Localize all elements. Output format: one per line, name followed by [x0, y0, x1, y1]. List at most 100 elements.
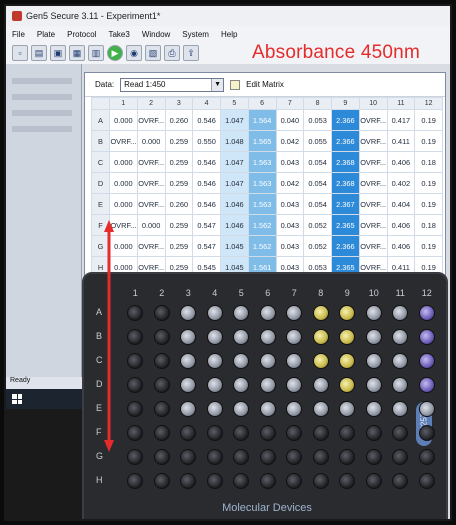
grid-cell[interactable]: 2.365: [331, 214, 360, 236]
save-icon[interactable]: ▣: [50, 45, 66, 61]
grid-cell[interactable]: 0.259: [164, 130, 194, 152]
grid-cell[interactable]: 0.406: [386, 151, 416, 173]
grid-cell[interactable]: 1.048: [220, 130, 249, 152]
grid-cell[interactable]: 0.402: [386, 172, 416, 194]
menu-help[interactable]: Help: [215, 30, 243, 39]
grid-cell[interactable]: 0.546: [192, 109, 221, 131]
grid-cell[interactable]: 0.054: [303, 193, 332, 215]
grid-cell[interactable]: 0.19: [414, 235, 443, 257]
grid-cell[interactable]: OVRF...: [358, 235, 388, 257]
grid-cell[interactable]: 0.052: [303, 235, 332, 257]
row-header[interactable]: E: [91, 193, 110, 215]
open-icon[interactable]: ▤: [31, 45, 47, 61]
grid-cell[interactable]: 0.000: [109, 151, 138, 173]
grid-cell[interactable]: 0.043: [275, 214, 305, 236]
grid-cell[interactable]: 0.18: [414, 151, 443, 173]
grid-cell[interactable]: 1.564: [247, 109, 277, 131]
grid-cell[interactable]: 0.054: [303, 172, 332, 194]
column-header[interactable]: 9: [331, 97, 360, 110]
grid-cell[interactable]: 0.043: [275, 151, 305, 173]
grid-cell[interactable]: 1.562: [247, 214, 277, 236]
column-header[interactable]: 2: [136, 97, 166, 110]
column-header[interactable]: 7: [275, 97, 305, 110]
grid-cell[interactable]: 0.406: [386, 214, 416, 236]
grid-cell[interactable]: 0.19: [414, 130, 443, 152]
menu-system[interactable]: System: [176, 30, 215, 39]
column-header[interactable]: 10: [358, 97, 388, 110]
grid-cell[interactable]: 0.546: [192, 193, 221, 215]
grid-cell[interactable]: 0.055: [303, 130, 332, 152]
export-icon[interactable]: ⇪: [183, 45, 199, 61]
grid-cell[interactable]: 0.000: [109, 172, 138, 194]
grid-cell[interactable]: 1.563: [247, 172, 277, 194]
grid-cell[interactable]: 0.054: [303, 151, 332, 173]
grid-cell[interactable]: 0.260: [164, 109, 194, 131]
column-header[interactable]: 6: [247, 97, 277, 110]
menu-plate[interactable]: Plate: [31, 30, 61, 39]
grid-cell[interactable]: 0.259: [164, 214, 194, 236]
data-dropdown[interactable]: Read 1:450 ▼: [120, 77, 225, 92]
grid-cell[interactable]: OVRF...: [136, 172, 166, 194]
grid-cell[interactable]: OVRF...: [358, 193, 388, 215]
column-header[interactable]: 3: [164, 97, 194, 110]
grid-cell[interactable]: 0.042: [275, 172, 305, 194]
row-header[interactable]: C: [91, 151, 110, 173]
layout-icon[interactable]: ▥: [88, 45, 104, 61]
grid-cell[interactable]: OVRF...: [136, 109, 166, 131]
grid-cell[interactable]: 0.404: [386, 193, 416, 215]
edit-matrix-link[interactable]: Edit Matrix: [246, 80, 284, 89]
column-header[interactable]: 1: [109, 97, 138, 110]
read-plate-icon[interactable]: ▶: [107, 45, 123, 61]
grid-cell[interactable]: OVRF...: [358, 151, 388, 173]
menu-protocol[interactable]: Protocol: [61, 30, 102, 39]
grid-cell[interactable]: 1.562: [247, 235, 277, 257]
grid-cell[interactable]: 0.406: [386, 235, 416, 257]
column-header[interactable]: 5: [220, 97, 249, 110]
grid-cell[interactable]: 2.366: [331, 130, 360, 152]
column-header[interactable]: 11: [386, 97, 416, 110]
row-header[interactable]: D: [91, 172, 110, 194]
grid-cell[interactable]: 0.000: [109, 109, 138, 131]
grid-cell[interactable]: 1.047: [220, 151, 249, 173]
grid-cell[interactable]: 0.052: [303, 214, 332, 236]
grid-cell[interactable]: 0.18: [414, 214, 443, 236]
report-icon[interactable]: ▧: [145, 45, 161, 61]
plate-icon[interactable]: ▦: [69, 45, 85, 61]
grid-cell[interactable]: 1.565: [247, 130, 277, 152]
grid-cell[interactable]: 2.368: [331, 172, 360, 194]
windows-start-icon[interactable]: [12, 394, 22, 404]
grid-cell[interactable]: 0.550: [192, 130, 221, 152]
grid-cell[interactable]: OVRF...: [136, 193, 166, 215]
grid-cell[interactable]: 1.045: [220, 235, 249, 257]
grid-cell[interactable]: OVRF...: [136, 235, 166, 257]
grid-cell[interactable]: 0.043: [275, 235, 305, 257]
column-header[interactable]: 8: [303, 97, 332, 110]
grid-cell[interactable]: 0.19: [414, 109, 443, 131]
grid-cell[interactable]: 2.367: [331, 193, 360, 215]
row-header[interactable]: B: [91, 130, 110, 152]
grid-cell[interactable]: 0.000: [136, 130, 166, 152]
grid-cell[interactable]: 0.546: [192, 151, 221, 173]
grid-cell[interactable]: 0.259: [164, 235, 194, 257]
grid-cell[interactable]: OVRF...: [109, 130, 138, 152]
grid-cell[interactable]: 0.417: [386, 109, 416, 131]
grid-cell[interactable]: OVRF...: [358, 214, 388, 236]
grid-cell[interactable]: 1.046: [220, 193, 249, 215]
grid-cell[interactable]: OVRF...: [358, 109, 388, 131]
grid-cell[interactable]: 0.053: [303, 109, 332, 131]
grid-cell[interactable]: 0.040: [275, 109, 305, 131]
grid-cell[interactable]: 2.366: [331, 235, 360, 257]
grid-cell[interactable]: 0.259: [164, 151, 194, 173]
menu-file[interactable]: File: [6, 30, 31, 39]
column-header[interactable]: 4: [192, 97, 221, 110]
grid-cell[interactable]: 0.546: [192, 172, 221, 194]
grid-cell[interactable]: OVRF...: [136, 151, 166, 173]
grid-cell[interactable]: 0.043: [275, 193, 305, 215]
grid-cell[interactable]: 0.547: [192, 214, 221, 236]
grid-cell[interactable]: 1.047: [220, 109, 249, 131]
grid-cell[interactable]: 0.19: [414, 172, 443, 194]
chevron-down-icon[interactable]: ▼: [211, 78, 224, 91]
grid-cell[interactable]: 0.000: [136, 214, 166, 236]
menu-take3[interactable]: Take3: [102, 30, 135, 39]
print-icon[interactable]: ⎙: [164, 45, 180, 61]
